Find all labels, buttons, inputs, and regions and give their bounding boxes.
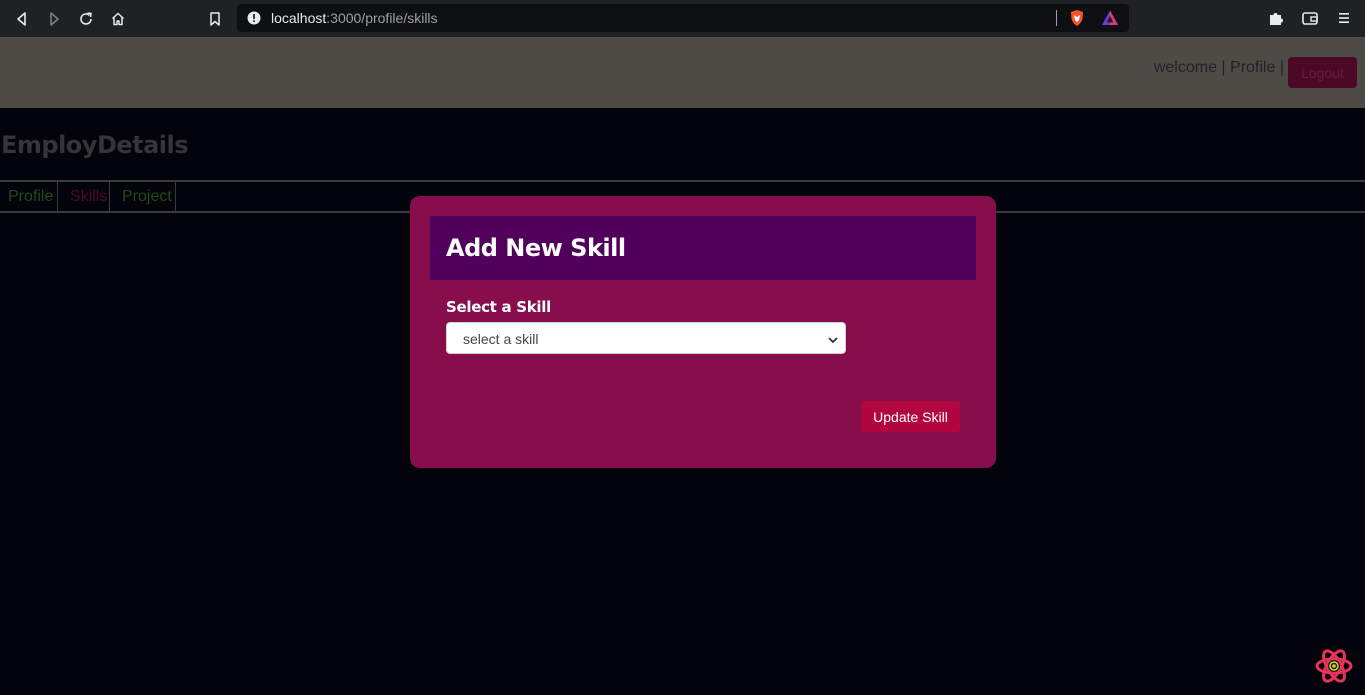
tab-skills[interactable]: Skills	[62, 182, 110, 211]
menu-icon[interactable]	[1335, 9, 1353, 27]
update-skill-button[interactable]: Update Skill	[861, 401, 960, 432]
tab-project[interactable]: Project	[114, 182, 176, 211]
logout-button[interactable]: Logout	[1288, 57, 1357, 88]
modal-title: Add New Skill	[446, 234, 626, 262]
add-skill-modal: Add New Skill Select a Skill select a sk…	[410, 196, 996, 468]
back-icon[interactable]	[11, 8, 33, 30]
header-separator: |	[1216, 59, 1231, 76]
skill-select-value: select a skill	[463, 331, 539, 347]
url-host: localhost	[271, 10, 327, 26]
url-text[interactable]: localhost:3000/profile/skills	[271, 10, 438, 26]
app-header: welcome | Profile | Logout	[0, 37, 1365, 108]
profile-link[interactable]: Profile	[1230, 59, 1275, 76]
react-devtools-icon[interactable]	[1314, 646, 1354, 686]
browser-toolbar: localhost:3000/profile/skills	[0, 0, 1365, 37]
brand-title: EmployDetails	[1, 131, 189, 159]
skill-select[interactable]: select a skill	[446, 322, 846, 354]
skill-field-label: Select a Skill	[446, 298, 551, 316]
url-path: :3000/profile/skills	[326, 10, 438, 26]
chevron-down-icon	[827, 333, 839, 345]
brave-rewards-icon[interactable]	[1101, 9, 1119, 27]
tabs-divider-top	[0, 180, 1365, 182]
home-icon[interactable]	[107, 8, 129, 30]
tab-profile[interactable]: Profile	[4, 182, 58, 211]
header-links: welcome | Profile |	[1154, 59, 1284, 77]
address-divider	[1056, 10, 1057, 26]
extensions-icon[interactable]	[1267, 9, 1285, 27]
forward-icon[interactable]	[43, 8, 65, 30]
header-separator: |	[1275, 59, 1284, 76]
reload-icon[interactable]	[75, 8, 97, 30]
welcome-text: welcome	[1153, 59, 1217, 76]
modal-header: Add New Skill	[430, 216, 976, 280]
bookmark-icon[interactable]	[204, 8, 226, 30]
info-icon[interactable]	[247, 11, 261, 25]
brave-shield-icon[interactable]	[1068, 9, 1086, 27]
address-bar[interactable]: localhost:3000/profile/skills	[237, 4, 1129, 32]
wallet-icon[interactable]	[1301, 9, 1319, 27]
